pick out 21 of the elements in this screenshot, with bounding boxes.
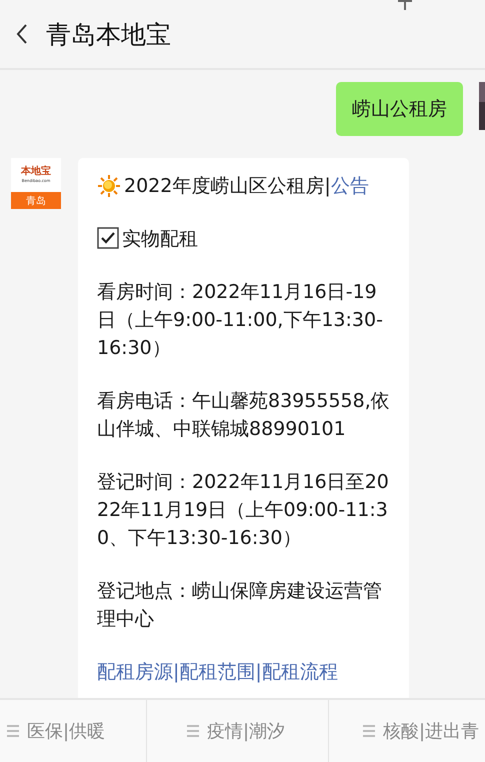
add-icon[interactable] [398,0,412,10]
menu-button[interactable]: 核酸|进出青 [329,700,485,762]
link[interactable]: 配租房源|配租范围|配租流程 [97,658,390,686]
logo-text: 本地宝 [21,166,51,178]
menu-button[interactable]: 疫情|潮汐 [147,700,329,762]
menu-icon [187,725,199,737]
message-text: 登记时间：2022年11月16日至2022年11月19日（上午09:00-11:30、下午13:30-16:30） [97,470,390,551]
message-text: 实物配租 [122,227,199,252]
message-text: 看房时间：2022年11月16日-19日（上午9:00-11:00,下午13:30-16:30） [97,280,384,361]
link[interactable]: 公告 [330,175,369,197]
menu-icon [363,725,375,737]
sun-icon [97,174,121,198]
message-text: 看房电话：午山馨苑83955558,依山伴城、中联锦城88990101 [97,389,390,442]
message-text: 2022年度崂山区公租房|公告 [124,174,370,199]
message-bubble: 崂山公租房 [336,82,463,136]
message-text: 登记地点：崂山保障房建设运营管理中心 [97,579,383,632]
chat-title: 青岛本地宝 [46,18,171,50]
checkbox-icon [97,227,119,249]
menu-icon [7,725,19,737]
logo-city: 青岛 [11,192,61,209]
menu-button[interactable]: 医保|供暖 [0,700,147,762]
